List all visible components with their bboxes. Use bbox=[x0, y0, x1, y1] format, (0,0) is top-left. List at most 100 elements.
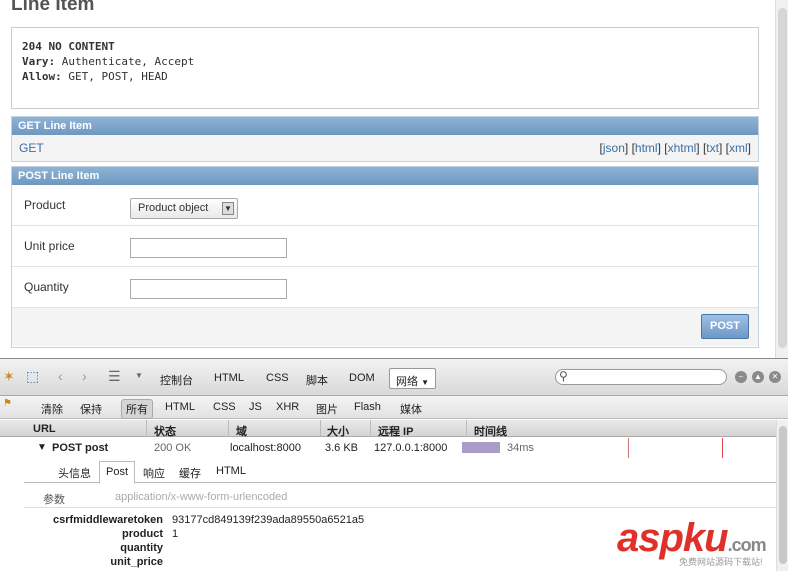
quantity-label: Quantity bbox=[24, 280, 69, 294]
tab-dom[interactable]: DOM bbox=[349, 372, 375, 384]
column-domain[interactable]: 域 bbox=[236, 423, 247, 439]
detach-icon[interactable]: ▲ bbox=[752, 371, 764, 383]
persist-button[interactable]: 保持 bbox=[80, 401, 102, 417]
xhr-icon: ⚑ bbox=[3, 398, 12, 409]
unit-price-row: Unit price bbox=[12, 226, 758, 267]
minimize-icon[interactable]: – bbox=[735, 371, 747, 383]
allow-value: GET, POST, HEAD bbox=[68, 70, 168, 83]
tab-css[interactable]: CSS bbox=[266, 372, 289, 384]
request-detail-tabs: 头信息 Post 响应 缓存 HTML bbox=[24, 459, 776, 484]
post-panel-title: POST Line Item bbox=[12, 167, 758, 185]
request-time: 34ms bbox=[507, 442, 534, 454]
tab-console[interactable]: 控制台 bbox=[160, 372, 193, 388]
param-name: product bbox=[122, 528, 163, 540]
expand-toggle-icon[interactable]: ▼ bbox=[37, 442, 47, 453]
unit-price-label: Unit price bbox=[24, 239, 75, 253]
request-row[interactable]: ▼ POST post 200 OK localhost:8000 3.6 KB… bbox=[0, 438, 776, 458]
clear-button[interactable]: 清除 bbox=[41, 401, 63, 417]
allow-label: Allow: bbox=[22, 70, 62, 83]
format-json-link[interactable]: json bbox=[603, 141, 625, 155]
content-type: application/x-www-form-urlencoded bbox=[115, 491, 288, 503]
tab-net[interactable]: 网络 ▼ bbox=[389, 368, 436, 389]
page-scrollbar[interactable] bbox=[775, 0, 788, 358]
post-submit-button[interactable]: POST bbox=[701, 314, 749, 339]
menu-dropdown-icon[interactable]: ▼ bbox=[135, 371, 143, 380]
param-value: 93177cd849139f239ada89550a6521a5 bbox=[172, 514, 365, 526]
filter-js[interactable]: JS bbox=[249, 401, 262, 413]
get-panel: GET Line Item GET [json] [html] [xhtml] … bbox=[11, 116, 759, 162]
column-remote-ip[interactable]: 远程 IP bbox=[378, 423, 413, 439]
product-row: Product Product object ▼ bbox=[12, 185, 758, 226]
net-column-headers: URL 状态 域 大小 远程 IP 时间线 bbox=[0, 420, 776, 439]
response-info: 204 NO CONTENT Vary: Authenticate, Accep… bbox=[11, 27, 759, 109]
filter-css[interactable]: CSS bbox=[213, 401, 236, 413]
chevron-down-icon: ▼ bbox=[421, 378, 429, 387]
page-scrollbar-thumb[interactable] bbox=[778, 8, 787, 348]
params-label: 参数 bbox=[43, 494, 65, 506]
get-panel-title: GET Line Item bbox=[12, 117, 758, 135]
request-domain: localhost:8000 bbox=[230, 442, 301, 454]
product-select[interactable]: Product object ▼ bbox=[130, 198, 238, 219]
quantity-row: Quantity bbox=[12, 267, 758, 308]
search-input[interactable]: ⚲ bbox=[555, 369, 727, 385]
timeline-marker bbox=[628, 438, 629, 458]
params-header: 参数 application/x-www-form-urlencoded bbox=[24, 486, 776, 508]
vary-value: Authenticate, Accept bbox=[61, 55, 195, 68]
tab-post[interactable]: Post bbox=[99, 461, 136, 484]
param-name: quantity bbox=[120, 542, 163, 554]
firebug-icon[interactable]: ✶ bbox=[3, 368, 15, 385]
post-panel: POST Line Item Product Product object ▼ … bbox=[11, 166, 759, 348]
filter-media[interactable]: 媒体 bbox=[400, 401, 422, 417]
search-icon: ⚲ bbox=[559, 369, 568, 383]
unit-price-input[interactable] bbox=[130, 238, 287, 258]
browser-page: Line Item 204 NO CONTENT Vary: Authentic… bbox=[0, 0, 788, 358]
vary-label: Vary: bbox=[22, 55, 56, 68]
back-icon[interactable]: ‹ bbox=[58, 368, 63, 384]
filter-flash[interactable]: Flash bbox=[354, 401, 381, 413]
forward-icon[interactable]: › bbox=[82, 368, 87, 384]
filter-xhr[interactable]: XHR bbox=[276, 401, 299, 413]
inspect-icon[interactable]: ⬚ bbox=[26, 368, 39, 385]
filter-html[interactable]: HTML bbox=[165, 401, 195, 413]
page-title: Line Item bbox=[11, 0, 95, 15]
format-txt-link[interactable]: txt bbox=[706, 141, 719, 155]
request-status: 200 OK bbox=[154, 442, 192, 454]
request-remote-ip: 127.0.0.1:8000 bbox=[374, 442, 448, 454]
timeline-marker bbox=[722, 438, 723, 458]
tab-detail-html[interactable]: HTML bbox=[216, 465, 246, 477]
param-name: csrfmiddlewaretoken bbox=[52, 514, 163, 526]
chevron-down-icon: ▼ bbox=[222, 202, 234, 215]
get-link[interactable]: GET bbox=[19, 141, 44, 155]
format-xhtml-link[interactable]: xhtml bbox=[668, 141, 697, 155]
tab-script[interactable]: 脚本 bbox=[306, 372, 328, 388]
watermark-tagline: 免费网站源码下载站! bbox=[679, 557, 763, 567]
tab-response[interactable]: 响应 bbox=[143, 465, 165, 481]
tab-headers[interactable]: 头信息 bbox=[58, 465, 91, 481]
filter-images[interactable]: 图片 bbox=[316, 401, 338, 417]
timeline-bar bbox=[462, 442, 500, 453]
request-size: 3.6 KB bbox=[325, 442, 359, 454]
format-html-link[interactable]: html bbox=[635, 141, 658, 155]
watermark-logo: aspku.com 免费网站源码下载站! bbox=[617, 516, 787, 571]
tab-cache[interactable]: 缓存 bbox=[179, 465, 201, 481]
column-url[interactable]: URL bbox=[33, 423, 56, 435]
filter-all[interactable]: 所有 bbox=[121, 399, 153, 419]
product-label: Product bbox=[24, 198, 66, 212]
tab-html[interactable]: HTML bbox=[214, 372, 244, 384]
column-size[interactable]: 大小 bbox=[327, 423, 349, 439]
tab-net-label: 网络 bbox=[396, 376, 418, 388]
response-status: 204 NO CONTENT bbox=[22, 40, 115, 53]
request-url[interactable]: POST post bbox=[52, 442, 108, 454]
close-icon[interactable]: ✕ bbox=[769, 371, 781, 383]
format-links: [json] [html] [xhtml] [txt] [xml] bbox=[599, 141, 751, 155]
net-filter-bar: ⚑ 清除 保持 所有 HTML CSS JS XHR 图片 Flash 媒体 bbox=[0, 396, 788, 419]
product-select-value: Product object bbox=[138, 202, 209, 214]
firebug-toolbar: ✶ ⬚ ‹ › ☰ ▼ 控制台 HTML CSS 脚本 DOM 网络 ▼ ⚲ –… bbox=[0, 359, 788, 396]
column-timeline[interactable]: 时间线 bbox=[474, 423, 507, 439]
param-name: unit_price bbox=[110, 556, 163, 568]
quantity-input[interactable] bbox=[130, 279, 287, 299]
param-value: 1 bbox=[172, 528, 179, 540]
menu-icon[interactable]: ☰ bbox=[108, 368, 121, 385]
format-xml-link[interactable]: xml bbox=[729, 141, 748, 155]
column-status[interactable]: 状态 bbox=[154, 423, 176, 439]
